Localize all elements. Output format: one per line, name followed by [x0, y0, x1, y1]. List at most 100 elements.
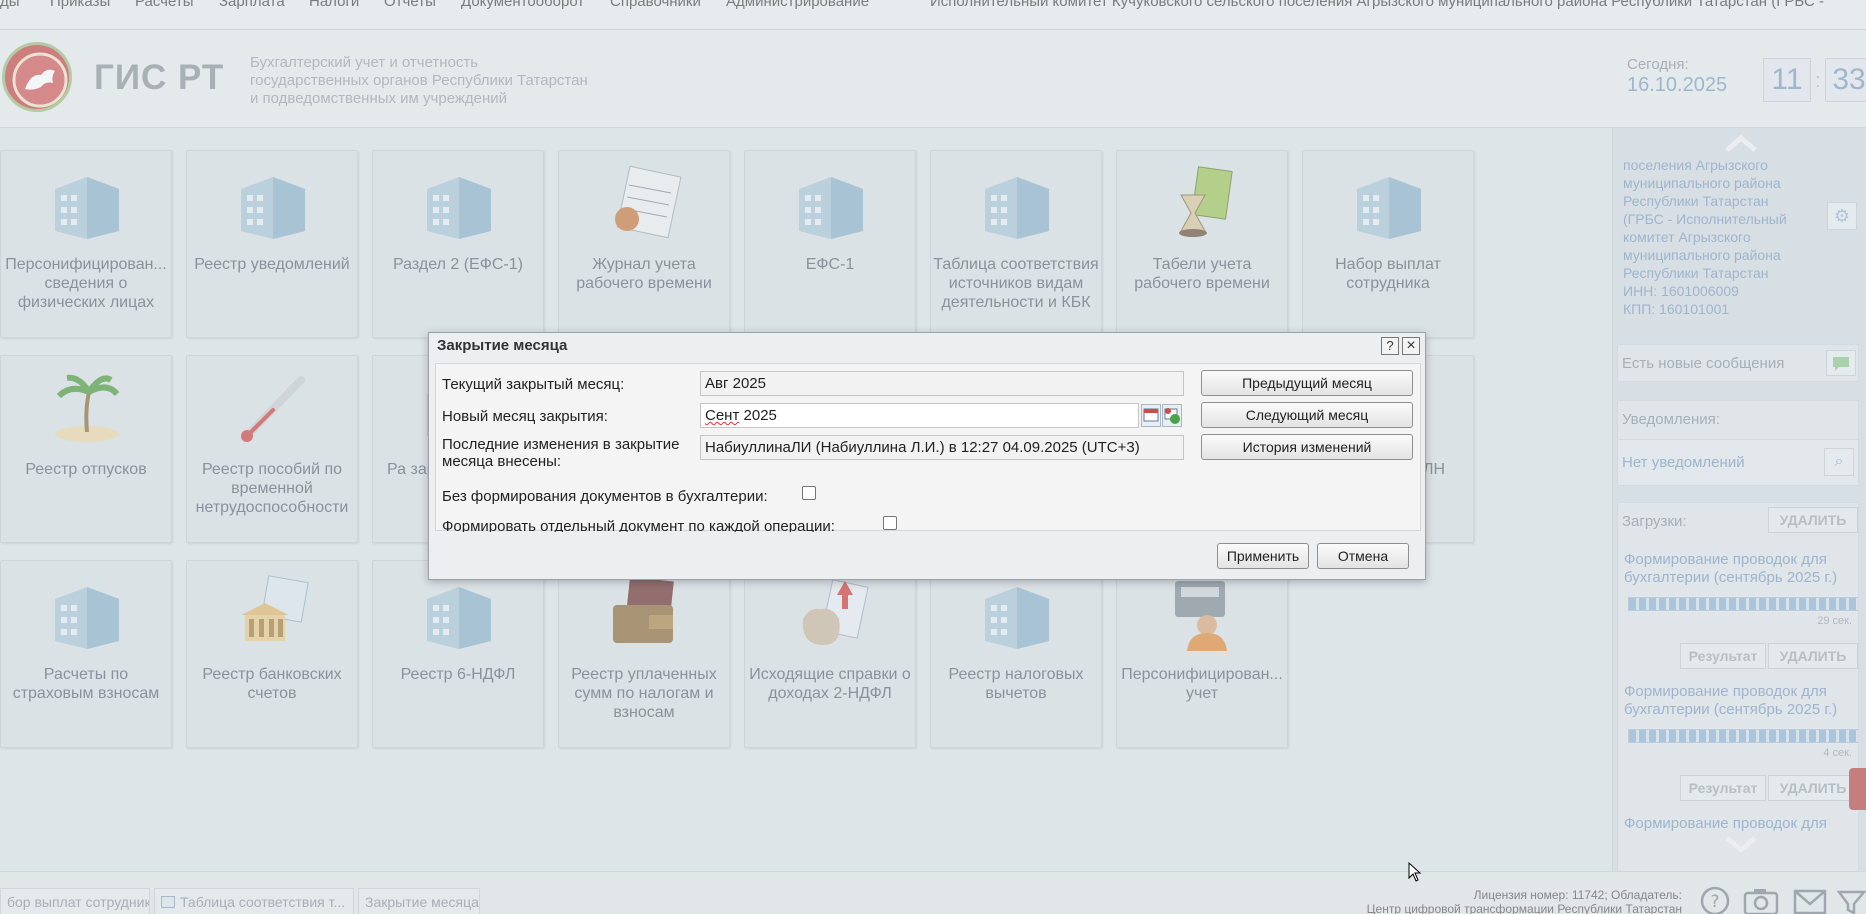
task-employee-payments[interactable]: бор выплат сотрудника [0, 888, 150, 914]
clear-field-icon[interactable] [1162, 404, 1182, 427]
new-month-field[interactable]: Сент 2025 [700, 403, 1139, 428]
menu-item-directories[interactable]: Справочники [610, 0, 701, 10]
apply-button[interactable]: Применить [1217, 543, 1309, 569]
tile-2-ndfl-certificates[interactable]: Исходящие справки о доходах 2-НДФЛ [744, 560, 916, 748]
download-item: Формирование проводок для бухгалтерии (с… [1618, 673, 1858, 803]
result-button[interactable]: Результат [1680, 643, 1766, 669]
tatarstan-emblem-icon [2, 42, 72, 112]
building-icon [55, 177, 119, 239]
org-info-line: (ГРБС - Исполнительный [1623, 211, 1787, 227]
camera-icon[interactable] [1742, 886, 1779, 914]
hourglass-icon [1179, 166, 1233, 237]
download-time: 4 сек. [1823, 747, 1852, 759]
org-info-line: муниципального района [1623, 247, 1781, 263]
org-info-line: комитет Агрызского [1623, 229, 1751, 245]
menu-item-0[interactable]: ды [0, 0, 20, 10]
mail-icon[interactable] [1792, 886, 1827, 914]
month-closing-dialog: Закрытие месяца ? × Текущий закрытый мес… [428, 332, 1426, 580]
calendar-icon[interactable] [1141, 404, 1161, 427]
scroll-down-icon[interactable] [1723, 836, 1759, 854]
next-month-button[interactable]: Следующий месяц [1201, 402, 1413, 428]
main-menu: ды Приказы Расчеты Зарплата Налоги Отчет… [0, 0, 1866, 30]
building-icon [985, 587, 1049, 649]
cancel-button[interactable]: Отмена [1317, 543, 1409, 569]
result-button[interactable]: Результат [1680, 775, 1766, 801]
tile-paid-taxes-registry[interactable]: Реестр уплаченных сумм по налогам и взно… [558, 560, 730, 748]
task-label: Таблица соответствия т... [180, 894, 346, 910]
tile-label: Персонифицирован... сведения о физически… [5, 256, 167, 311]
tile-timesheets[interactable]: Табели учета рабочего времени [1116, 150, 1288, 338]
close-button[interactable]: × [1402, 337, 1420, 355]
history-button[interactable]: История изменений [1201, 434, 1413, 460]
tile-label: Реестр уведомлений [194, 256, 350, 273]
building-icon [1357, 177, 1421, 239]
help-button[interactable]: ? [1381, 337, 1399, 355]
subtitle-line: государственных органов Республики Татар… [250, 72, 588, 89]
download-title[interactable]: Формирование проводок для [1624, 815, 1844, 833]
previous-month-button[interactable]: Предыдущий месяц [1201, 370, 1413, 396]
right-sidebar: поселения Агрызского муниципального райо… [1612, 128, 1866, 914]
taskbar: бор выплат сотрудника Таблица соответств… [0, 871, 1866, 914]
tile-employee-payments[interactable]: Набор выплат сотрудника [1302, 150, 1474, 338]
gear-icon[interactable]: ⚙ [1827, 202, 1857, 230]
no-docs-checkbox[interactable] [802, 486, 816, 500]
task-sources-table[interactable]: Таблица соответствия т... [154, 888, 354, 914]
timesheet-icon [615, 165, 682, 239]
tile-6-ndfl-registry[interactable]: Реестр 6-НДФЛ [372, 560, 544, 748]
alert-tab-icon[interactable] [1849, 768, 1866, 810]
scroll-up-icon[interactable] [1723, 134, 1759, 152]
cashier-icon [1175, 581, 1227, 651]
tile-label: Реестр 6-НДФЛ [400, 666, 516, 683]
messages-panel[interactable]: Есть новые сообщения [1617, 344, 1859, 382]
building-icon [427, 177, 491, 239]
delete-button[interactable]: УДАЛИТЬ [1768, 643, 1858, 669]
dialog-title: Закрытие месяца [437, 337, 568, 354]
tile-label: Реестр уплаченных сумм по налогам и взно… [571, 666, 717, 721]
tile-bank-accounts[interactable]: Реестр банковских счетов [186, 560, 358, 748]
separate-doc-checkbox[interactable] [883, 516, 897, 530]
tile-personal-info[interactable]: Персонифицирован... сведения о физически… [0, 150, 172, 338]
building-icon [799, 177, 863, 239]
organization-name[interactable]: Исполнительный комитет Кучуковского сель… [930, 0, 1824, 10]
tile-personified-accounting[interactable]: Персонифицирован... учет [1116, 560, 1288, 748]
menu-item-calculations[interactable]: Расчеты [135, 0, 194, 10]
menu-item-salary[interactable]: Зарплата [219, 0, 285, 10]
dialog-body: Текущий закрытый месяц: Авг 2025 Новый м… [435, 363, 1421, 532]
tile-label: Набор выплат сотрудника [1335, 256, 1441, 292]
tile-vacations-registry[interactable]: Реестр отпусков [0, 355, 172, 543]
tile-insurance-contributions[interactable]: Расчеты по страховым взносам [0, 560, 172, 748]
new-month-value: Сент [705, 407, 740, 424]
download-title[interactable]: Формирование проводок для бухгалтерии (с… [1624, 683, 1844, 719]
delete-all-button[interactable]: УДАЛИТЬ [1768, 507, 1858, 533]
tile-work-time-journal[interactable]: Журнал учета рабочего времени [558, 150, 730, 338]
task-month-closing[interactable]: Закрытие месяца [358, 888, 480, 914]
menu-item-taxes[interactable]: Налоги [309, 0, 359, 10]
menu-item-orders[interactable]: Приказы [50, 0, 110, 10]
tile-label: Реестр пособий по временной нетрудоспосо… [195, 461, 349, 516]
chat-icon[interactable] [1826, 350, 1856, 376]
tile-section-2-efs1[interactable]: Раздел 2 (ЕФС-1) [372, 150, 544, 338]
tile-tax-deductions[interactable]: Реестр налоговых вычетов [930, 560, 1102, 748]
tile-label: Персонифицирован... учет [1121, 666, 1283, 702]
menu-item-admin[interactable]: Администрирование [726, 0, 869, 10]
menu-item-reports[interactable]: Отчеты [384, 0, 436, 10]
download-item: Формирование проводок для бухгалтерии (с… [1618, 541, 1858, 671]
building-icon [55, 587, 119, 649]
tile-notifications-registry[interactable]: Реестр уведомлений [186, 150, 358, 338]
filter-icon[interactable] [1836, 886, 1866, 914]
delete-button[interactable]: УДАЛИТЬ [1768, 775, 1858, 801]
notifications-panel: Уведомления: Нет уведомлений ⌕ [1617, 400, 1859, 486]
tile-label: Реестр отпусков [25, 461, 147, 478]
tile-efs1[interactable]: ЕФС-1 [744, 150, 916, 338]
help-icon[interactable]: ? [1698, 886, 1732, 914]
tile-sources-kbk-table[interactable]: Таблица соответствия источников видам де… [930, 150, 1102, 338]
tile-sick-leave-registry[interactable]: Реестр пособий по временной нетрудоспосо… [186, 355, 358, 543]
tile-label: ЕФС-1 [805, 256, 855, 273]
search-icon[interactable]: ⌕ [1824, 448, 1854, 476]
wallet-icon [613, 576, 674, 643]
today-label: Сегодня: [1627, 56, 1689, 73]
tile-label: Журнал учета рабочего времени [576, 256, 712, 292]
menu-item-docflow[interactable]: Документооборот [461, 0, 584, 10]
bank-icon [241, 575, 309, 641]
download-title[interactable]: Формирование проводок для бухгалтерии (с… [1624, 551, 1844, 587]
